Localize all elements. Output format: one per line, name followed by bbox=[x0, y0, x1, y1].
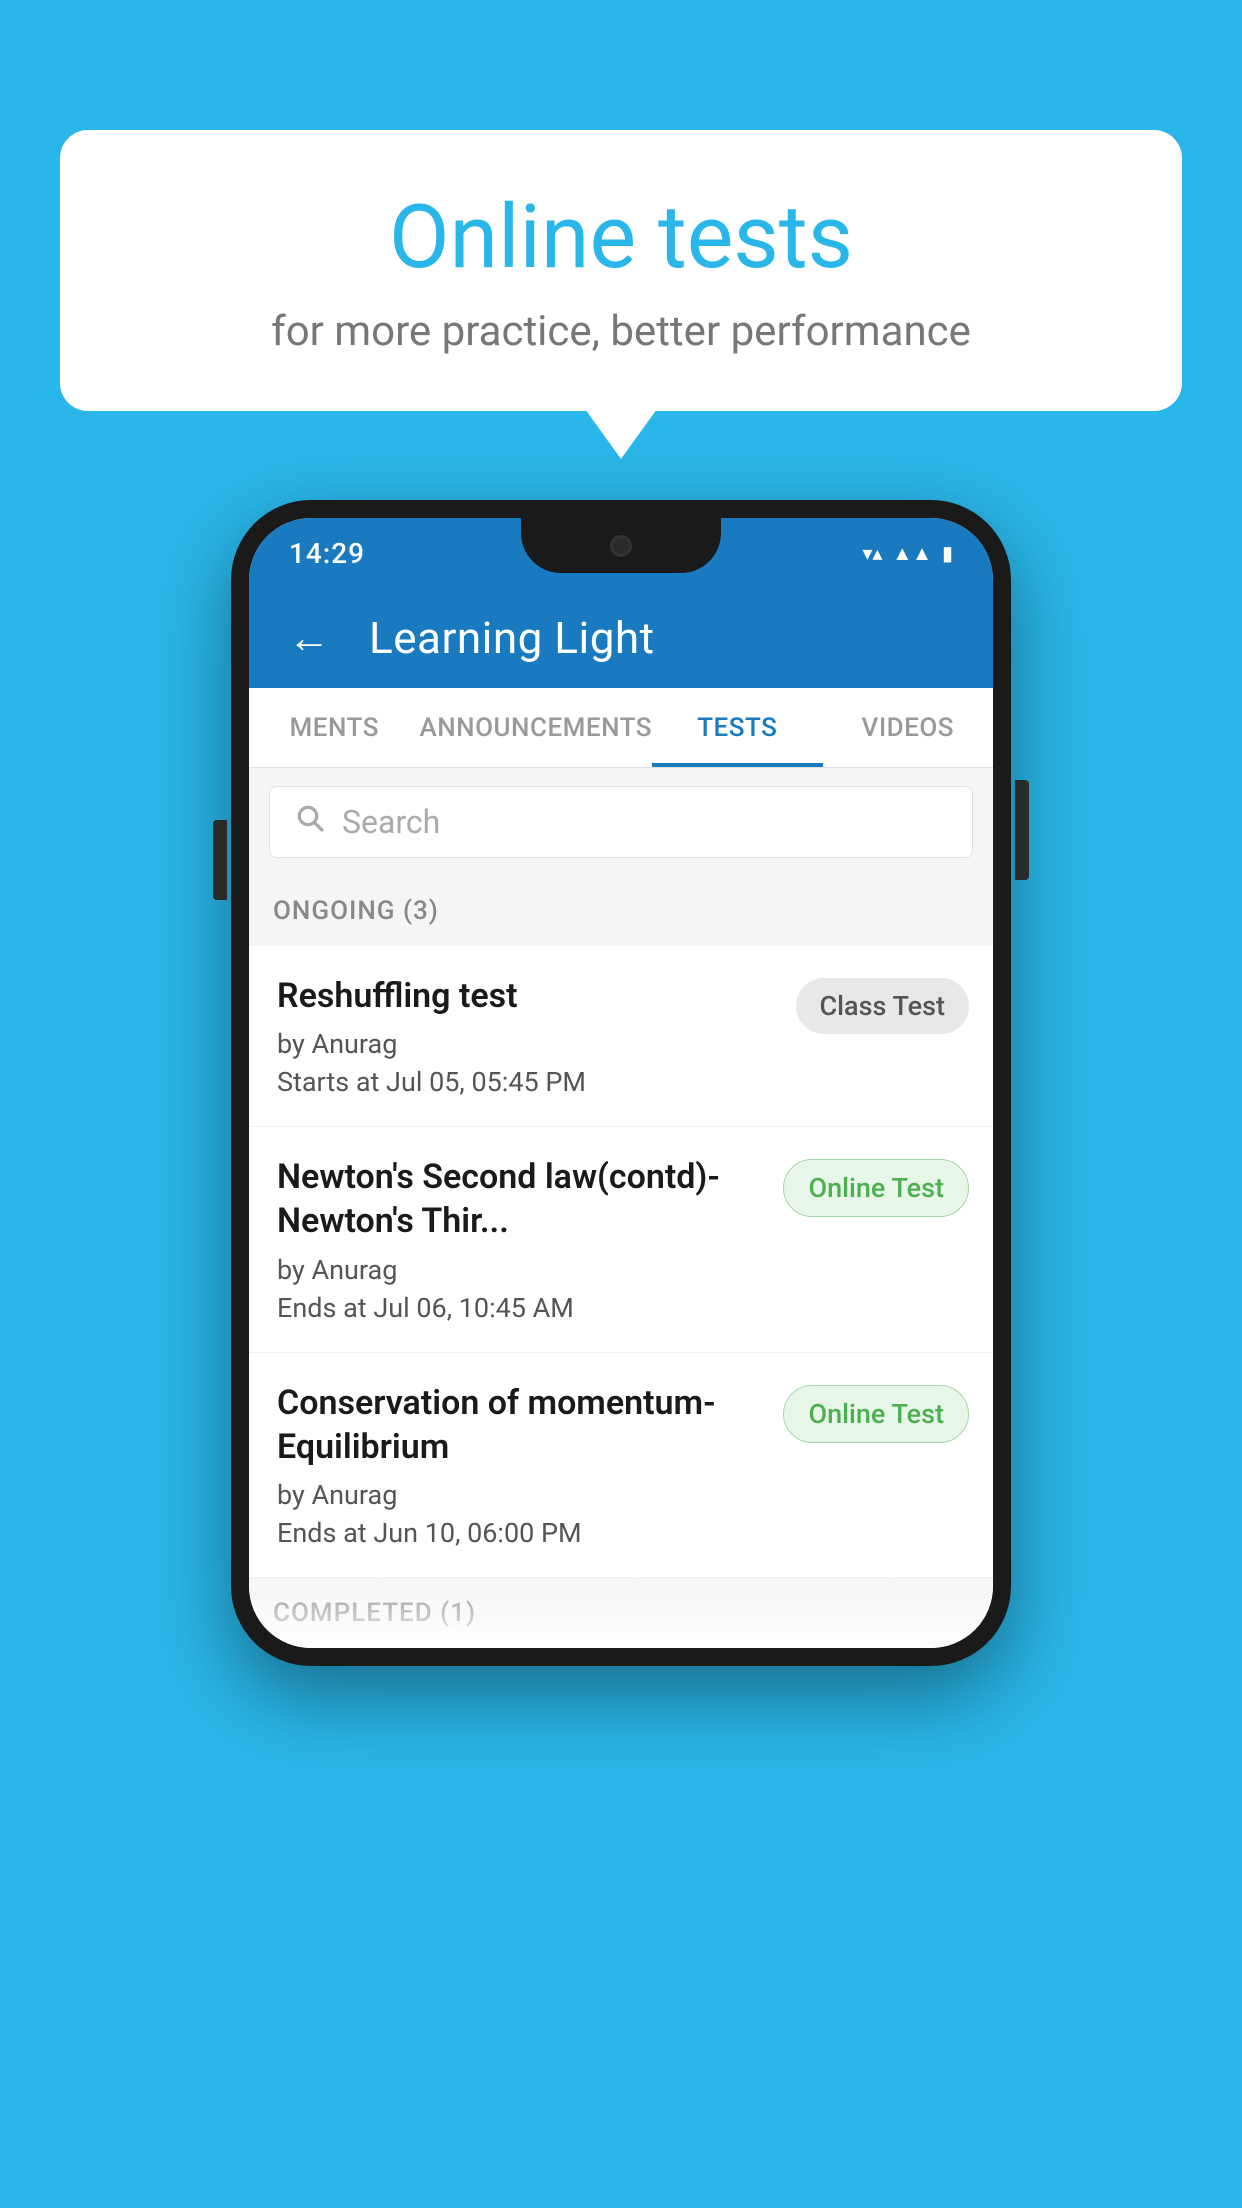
online-test-badge: Online Test bbox=[783, 1159, 969, 1217]
phone-wrapper: 14:29 ▾▴ ▲▲ ▮ ← Learning Light MENTS bbox=[231, 500, 1011, 1666]
battery-icon: ▮ bbox=[942, 541, 953, 565]
signal-icon: ▲▲ bbox=[892, 541, 932, 566]
status-time: 14:29 bbox=[289, 537, 365, 570]
tab-bar: MENTS ANNOUNCEMENTS TESTS VIDEOS bbox=[249, 688, 993, 768]
search-icon bbox=[294, 801, 326, 843]
test-list: Reshuffling test by Anurag Starts at Jul… bbox=[249, 946, 993, 1578]
test-item-date: Ends at Jun 10, 06:00 PM bbox=[277, 1517, 767, 1549]
back-button[interactable]: ← bbox=[279, 614, 339, 663]
phone-outer: 14:29 ▾▴ ▲▲ ▮ ← Learning Light MENTS bbox=[231, 500, 1011, 1666]
test-item-author: by Anurag bbox=[277, 1479, 767, 1511]
test-item-info: Newton's Second law(contd)-Newton's Thir… bbox=[277, 1155, 767, 1323]
test-item-author: by Anurag bbox=[277, 1254, 767, 1286]
test-item[interactable]: Conservation of momentum-Equilibrium by … bbox=[249, 1353, 993, 1578]
completed-section-header: COMPLETED (1) bbox=[249, 1578, 993, 1648]
wifi-icon: ▾▴ bbox=[862, 541, 882, 565]
app-bar: ← Learning Light bbox=[249, 588, 993, 688]
online-test-badge: Online Test bbox=[783, 1385, 969, 1443]
tab-videos[interactable]: VIDEOS bbox=[823, 688, 993, 767]
test-item-date: Ends at Jul 06, 10:45 AM bbox=[277, 1292, 767, 1324]
notch bbox=[521, 518, 721, 573]
test-item-title: Reshuffling test bbox=[277, 974, 780, 1018]
test-item[interactable]: Newton's Second law(contd)-Newton's Thir… bbox=[249, 1127, 993, 1352]
bubble-subtitle: for more practice, better performance bbox=[140, 307, 1102, 356]
test-item-author: by Anurag bbox=[277, 1028, 780, 1060]
ongoing-section-header: ONGOING (3) bbox=[249, 876, 993, 946]
search-bar-container: Search bbox=[249, 768, 993, 876]
tab-announcements[interactable]: ANNOUNCEMENTS bbox=[419, 688, 652, 767]
speech-bubble: Online tests for more practice, better p… bbox=[60, 130, 1182, 411]
test-item-info: Conservation of momentum-Equilibrium by … bbox=[277, 1381, 767, 1549]
test-item-title: Newton's Second law(contd)-Newton's Thir… bbox=[277, 1155, 767, 1243]
phone-screen: 14:29 ▾▴ ▲▲ ▮ ← Learning Light MENTS bbox=[249, 518, 993, 1648]
speech-bubble-container: Online tests for more practice, better p… bbox=[60, 130, 1182, 411]
test-item-title: Conservation of momentum-Equilibrium bbox=[277, 1381, 767, 1469]
status-icons: ▾▴ ▲▲ ▮ bbox=[862, 541, 953, 566]
camera-dot bbox=[610, 535, 632, 557]
search-input-placeholder: Search bbox=[342, 803, 440, 841]
class-test-badge: Class Test bbox=[796, 978, 970, 1034]
test-item-info: Reshuffling test by Anurag Starts at Jul… bbox=[277, 974, 780, 1098]
completed-header-text: COMPLETED (1) bbox=[273, 1598, 476, 1628]
tab-tests[interactable]: TESTS bbox=[652, 688, 822, 767]
bubble-title: Online tests bbox=[140, 190, 1102, 287]
test-item-date: Starts at Jul 05, 05:45 PM bbox=[277, 1066, 780, 1098]
ongoing-header-text: ONGOING (3) bbox=[273, 896, 439, 926]
app-bar-title: Learning Light bbox=[369, 612, 655, 664]
test-item[interactable]: Reshuffling test by Anurag Starts at Jul… bbox=[249, 946, 993, 1127]
search-bar[interactable]: Search bbox=[269, 786, 973, 858]
status-bar: 14:29 ▾▴ ▲▲ ▮ bbox=[249, 518, 993, 588]
tab-ments[interactable]: MENTS bbox=[249, 688, 419, 767]
